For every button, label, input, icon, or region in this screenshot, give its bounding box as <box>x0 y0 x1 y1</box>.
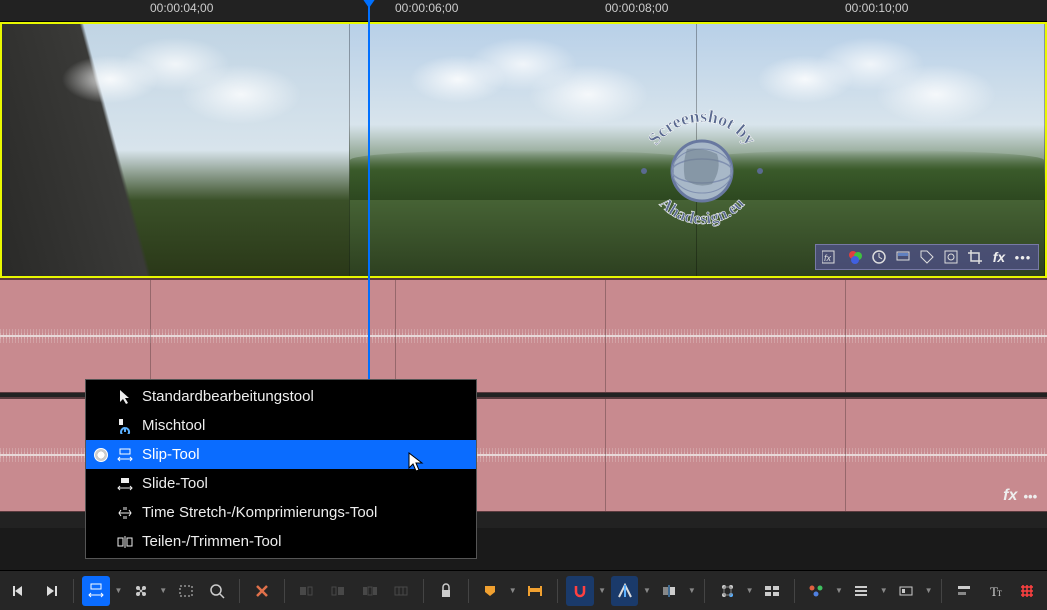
audio-waveform <box>0 335 1047 337</box>
trim-both-button[interactable] <box>356 576 384 606</box>
trim-left-button[interactable] <box>293 576 321 606</box>
menu-item-label: Teilen-/Trimmen-Tool <box>142 533 281 550</box>
svg-text:T: T <box>997 589 1002 598</box>
grid-toggle-button[interactable] <box>1013 576 1041 606</box>
stack-button[interactable] <box>848 576 876 606</box>
radio-selected-icon <box>94 448 108 462</box>
dropdown-icon[interactable]: ▼ <box>508 586 517 595</box>
menu-item-label: Time Stretch-/Komprimierungs-Tool <box>142 504 377 521</box>
snap-edge-button[interactable] <box>611 576 639 606</box>
clip-layout-button[interactable] <box>892 576 920 606</box>
fx-icon[interactable]: fx <box>822 248 840 266</box>
play-end-button[interactable] <box>38 576 66 606</box>
tracks-button[interactable] <box>803 576 831 606</box>
clock-icon[interactable] <box>870 248 888 266</box>
menu-item-label: Mischtool <box>142 417 205 434</box>
menu-item-split-tool[interactable]: Teilen-/Trimmen-Tool <box>86 527 476 556</box>
dropdown-icon[interactable]: ▼ <box>598 586 607 595</box>
menu-item-standard-tool[interactable]: Standardbearbeitungstool <box>86 382 476 411</box>
video-track-clip[interactable]: Screenshot by Ahadesign.eu fx fx ••• <box>0 22 1047 278</box>
menu-item-mix-tool[interactable]: Mischtool <box>86 411 476 440</box>
marquee-button[interactable] <box>172 576 200 606</box>
ruler-timecode: 00:00:08;00 <box>605 1 668 15</box>
timeline-ruler[interactable]: 00:00:04;00 00:00:06;00 00:00:08;00 00:0… <box>0 0 1047 22</box>
split-icon <box>116 533 134 551</box>
dropdown-icon[interactable]: ▼ <box>159 586 168 595</box>
snap-button[interactable] <box>566 576 594 606</box>
dropdown-icon[interactable]: ▼ <box>834 586 843 595</box>
svg-text:fx: fx <box>824 253 832 263</box>
clip-properties-toolbar: fx fx ••• <box>815 244 1039 270</box>
audio-track[interactable] <box>0 278 1047 393</box>
timeline-toolbar: ▼ ▼ ▼ ▼ ▼ ▼ ▼ ▼ ▼ ▼ TT <box>0 570 1047 610</box>
ruler-timecode: 00:00:10;00 <box>845 1 908 15</box>
menu-item-label: Slip-Tool <box>142 446 200 463</box>
edit-tool-context-menu: Standardbearbeitungstool Mischtool Slip-… <box>85 379 477 559</box>
zoom-button[interactable] <box>203 576 231 606</box>
clip-thumbnail <box>697 24 1045 276</box>
dropdown-icon[interactable]: ▼ <box>642 586 651 595</box>
trim-seg-button[interactable] <box>387 576 415 606</box>
edit-tool-button[interactable] <box>82 576 110 606</box>
text-button[interactable]: TT <box>982 576 1010 606</box>
dropdown-icon[interactable]: ▼ <box>924 586 933 595</box>
tag-icon[interactable] <box>918 248 936 266</box>
fx-text-icon[interactable]: fx <box>1003 487 1017 505</box>
clip-thumbnail <box>350 24 698 276</box>
dropdown-icon[interactable]: ▼ <box>745 586 754 595</box>
layout-button[interactable] <box>758 576 786 606</box>
auto-button[interactable] <box>713 576 741 606</box>
snap-grid-button[interactable] <box>656 576 684 606</box>
marker-button[interactable] <box>477 576 505 606</box>
stretch-icon <box>116 504 134 522</box>
clip-thumbnail <box>2 24 350 276</box>
monitor-icon[interactable] <box>894 248 912 266</box>
align-button[interactable] <box>950 576 978 606</box>
generate-icon[interactable] <box>942 248 960 266</box>
mix-icon <box>116 417 134 435</box>
ruler-timecode: 00:00:06;00 <box>395 1 458 15</box>
pointer-icon <box>116 388 134 406</box>
play-start-button[interactable] <box>6 576 34 606</box>
dropdown-icon[interactable]: ▼ <box>114 586 123 595</box>
fx-text-icon[interactable]: fx <box>990 248 1008 266</box>
slide-icon <box>116 475 134 493</box>
delete-button[interactable] <box>248 576 276 606</box>
menu-item-stretch-tool[interactable]: Time Stretch-/Komprimierungs-Tool <box>86 498 476 527</box>
dropdown-icon[interactable]: ▼ <box>879 586 888 595</box>
menu-item-label: Standardbearbeitungstool <box>142 388 314 405</box>
menu-item-slide-tool[interactable]: Slide-Tool <box>86 469 476 498</box>
more-icon[interactable]: ••• <box>1023 489 1037 504</box>
dropdown-icon[interactable]: ▼ <box>687 586 696 595</box>
ruler-timecode: 00:00:04;00 <box>150 1 213 15</box>
more-icon[interactable]: ••• <box>1014 248 1032 266</box>
lock-button[interactable] <box>432 576 460 606</box>
color-circles-icon[interactable] <box>846 248 864 266</box>
trim-right-button[interactable] <box>324 576 352 606</box>
menu-item-slip-tool[interactable]: Slip-Tool <box>86 440 476 469</box>
slip-icon <box>116 446 134 464</box>
crop-icon[interactable] <box>966 248 984 266</box>
region-button[interactable] <box>521 576 549 606</box>
menu-item-label: Slide-Tool <box>142 475 208 492</box>
link-button[interactable] <box>127 576 155 606</box>
